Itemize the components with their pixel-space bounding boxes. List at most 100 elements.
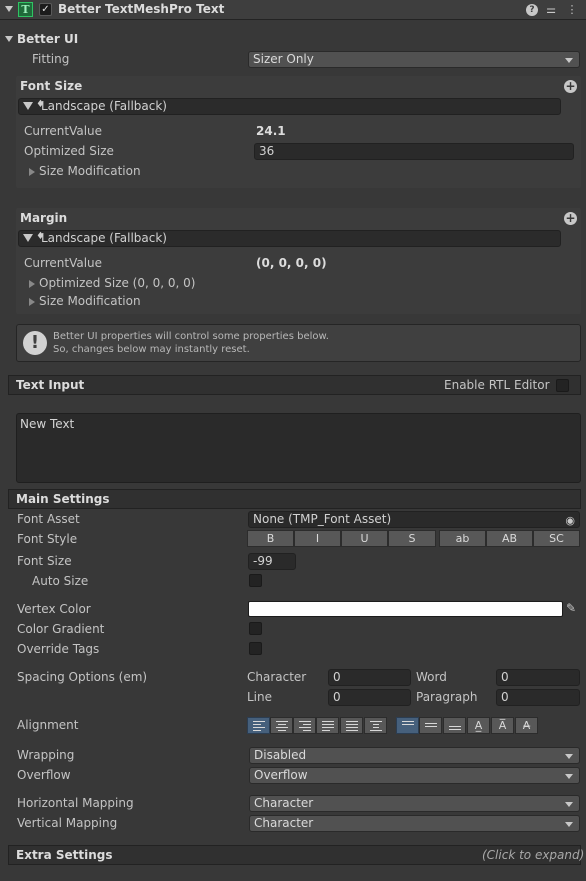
chevron-down-icon bbox=[565, 774, 573, 779]
font-style-smallcaps-button[interactable]: SC bbox=[533, 530, 580, 547]
wrapping-dropdown[interactable]: Disabled bbox=[249, 747, 580, 764]
presets-icon[interactable]: ⚌ bbox=[545, 4, 557, 16]
font-style-lowercase-button[interactable]: ab bbox=[439, 530, 486, 547]
font-style-strikethrough-button[interactable]: S bbox=[388, 530, 436, 547]
chevron-down-icon bbox=[565, 822, 573, 827]
align-right-button[interactable] bbox=[293, 717, 316, 734]
font-style-label: Font Style bbox=[17, 532, 78, 546]
overflow-label: Overflow bbox=[17, 768, 71, 782]
font-style-bold-button[interactable]: B bbox=[247, 530, 294, 547]
vertical-mapping-value: Character bbox=[254, 816, 314, 830]
font-style-italic-button[interactable]: I bbox=[294, 530, 341, 547]
font-asset-label: Font Asset bbox=[17, 512, 80, 526]
better-ui-foldout-icon[interactable] bbox=[5, 36, 13, 42]
text-input-value: New Text bbox=[20, 417, 75, 431]
vertex-color-field[interactable] bbox=[248, 601, 563, 617]
optimized-size-foldout-icon[interactable] bbox=[29, 280, 35, 288]
align-baseline-icon[interactable]: A̲ bbox=[467, 717, 490, 734]
optimized-size-label: Optimized Size bbox=[24, 144, 114, 158]
main-settings-section-bar: Main Settings bbox=[8, 489, 581, 509]
component-enabled-checkbox[interactable]: ✓ bbox=[39, 3, 52, 16]
font-size-value: -99 bbox=[253, 554, 273, 568]
eyedropper-icon[interactable]: ✎ bbox=[566, 601, 576, 615]
optimized-size-value: 36 bbox=[259, 144, 275, 158]
character-spacing-input[interactable]: 0 bbox=[328, 669, 411, 686]
info-notice: ! Better UI properties will control some… bbox=[16, 324, 581, 362]
font-size-label: Font Size bbox=[17, 554, 72, 568]
line-spacing-value: 0 bbox=[333, 690, 341, 704]
rtl-editor-checkbox[interactable] bbox=[556, 379, 569, 392]
extra-settings-section-bar[interactable]: Extra Settings (Click to expand) bbox=[8, 845, 584, 865]
align-bottom-button[interactable] bbox=[443, 717, 466, 734]
alignment-label: Alignment bbox=[17, 718, 79, 732]
paragraph-spacing-label: Paragraph bbox=[416, 690, 478, 704]
optimized-size-input[interactable]: 36 bbox=[254, 143, 574, 160]
align-geometry-center-button[interactable] bbox=[364, 717, 387, 734]
font-style-underline-button[interactable]: U bbox=[341, 530, 388, 547]
line-spacing-input[interactable]: 0 bbox=[328, 689, 411, 706]
align-flush-button[interactable] bbox=[340, 717, 363, 734]
paragraph-spacing-input[interactable]: 0 bbox=[496, 689, 580, 706]
fitting-label: Fitting bbox=[32, 52, 70, 66]
notice-line-1: Better UI properties will control some p… bbox=[53, 331, 329, 342]
diamond-icon: ♦ bbox=[36, 231, 45, 242]
override-tags-label: Override Tags bbox=[17, 642, 100, 656]
font-size-config-field[interactable]: Landscape (Fallback) bbox=[18, 98, 561, 115]
align-middle-button[interactable] bbox=[419, 717, 442, 734]
align-midline-icon[interactable]: A̅ bbox=[491, 717, 514, 734]
component-header[interactable]: T ✓ Better TextMeshPro Text ? ⚌ ⋮ bbox=[0, 0, 586, 20]
add-config-icon[interactable]: + bbox=[564, 212, 577, 225]
add-config-icon[interactable]: + bbox=[564, 80, 577, 93]
vertical-mapping-label: Vertical Mapping bbox=[17, 816, 118, 830]
vertex-color-label: Vertex Color bbox=[17, 602, 91, 616]
color-gradient-label: Color Gradient bbox=[17, 622, 105, 636]
font-asset-field[interactable]: None (TMP_Font Asset) ◉ bbox=[248, 511, 580, 528]
config-foldout-icon[interactable] bbox=[23, 234, 33, 242]
align-top-button[interactable] bbox=[396, 717, 419, 734]
kebab-menu-icon[interactable]: ⋮ bbox=[566, 4, 578, 16]
align-justified-button[interactable] bbox=[316, 717, 339, 734]
auto-size-checkbox[interactable] bbox=[249, 574, 262, 587]
config-value: Landscape (Fallback) bbox=[41, 231, 167, 245]
size-modification-foldout-icon[interactable] bbox=[29, 168, 35, 176]
word-spacing-value: 0 bbox=[501, 670, 509, 684]
collapse-arrow-icon[interactable] bbox=[5, 6, 13, 12]
align-capline-icon[interactable]: A̶ bbox=[515, 717, 538, 734]
current-value: 24.1 bbox=[256, 124, 286, 138]
chevron-down-icon bbox=[565, 58, 573, 63]
text-input-area[interactable]: New Text bbox=[16, 413, 581, 483]
vertical-mapping-dropdown[interactable]: Character bbox=[249, 815, 580, 832]
notice-line-2: So, changes below may instantly reset. bbox=[53, 344, 250, 355]
rtl-editor-label: Enable RTL Editor bbox=[444, 378, 550, 392]
align-center-button[interactable] bbox=[270, 717, 293, 734]
overflow-dropdown[interactable]: Overflow bbox=[249, 767, 580, 784]
diamond-icon: ♦ bbox=[36, 99, 45, 110]
fitting-dropdown[interactable]: Sizer Only bbox=[248, 51, 580, 68]
align-left-button[interactable] bbox=[247, 717, 270, 734]
help-icon[interactable]: ? bbox=[526, 4, 538, 16]
chevron-down-icon bbox=[565, 754, 573, 759]
character-spacing-value: 0 bbox=[333, 670, 341, 684]
chevron-down-icon bbox=[565, 802, 573, 807]
size-modification-label[interactable]: Size Modification bbox=[39, 294, 141, 308]
wrapping-label: Wrapping bbox=[17, 748, 75, 762]
wrapping-value: Disabled bbox=[254, 748, 307, 762]
warning-icon: ! bbox=[23, 331, 47, 355]
word-spacing-input[interactable]: 0 bbox=[496, 669, 580, 686]
margin-config-field[interactable]: Landscape (Fallback) bbox=[18, 230, 561, 247]
size-modification-foldout-icon[interactable] bbox=[29, 298, 35, 306]
current-value-label: CurrentValue bbox=[24, 256, 103, 270]
margin-header: Margin bbox=[20, 211, 68, 225]
paragraph-spacing-value: 0 bbox=[501, 690, 509, 704]
horizontal-mapping-dropdown[interactable]: Character bbox=[249, 795, 580, 812]
font-style-uppercase-button[interactable]: AB bbox=[486, 530, 533, 547]
optimized-size-label[interactable]: Optimized Size (0, 0, 0, 0) bbox=[39, 276, 195, 290]
line-spacing-label: Line bbox=[247, 690, 273, 704]
object-picker-icon[interactable]: ◉ bbox=[565, 513, 575, 527]
extra-settings-header: Extra Settings bbox=[16, 848, 113, 862]
override-tags-checkbox[interactable] bbox=[249, 642, 262, 655]
size-modification-label[interactable]: Size Modification bbox=[39, 164, 141, 178]
font-size-input[interactable]: -99 bbox=[248, 553, 296, 570]
config-foldout-icon[interactable] bbox=[23, 102, 33, 110]
color-gradient-checkbox[interactable] bbox=[249, 622, 262, 635]
